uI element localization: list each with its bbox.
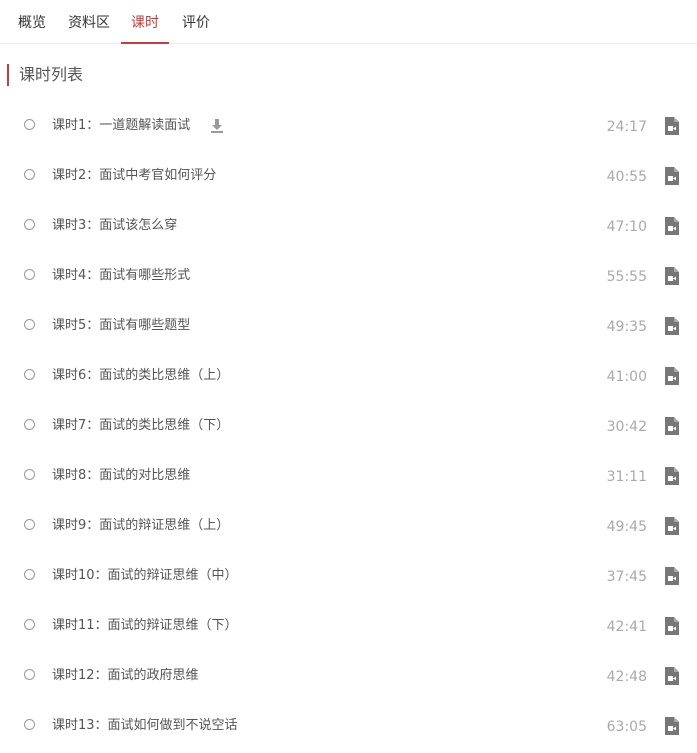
lesson-row[interactable]: 课时3：面试该怎么穿 47:10: [0, 202, 697, 252]
lesson-duration: 47:10: [606, 219, 647, 235]
lesson-duration: 42:48: [606, 669, 647, 685]
lesson-title[interactable]: 课时6：面试的类比思维（上）: [52, 367, 229, 385]
progress-circle-icon[interactable]: [24, 669, 35, 680]
lesson-duration: 24:17: [606, 119, 647, 135]
tab-bar: 概览 资料区 课时 评价: [0, 0, 697, 44]
lesson-duration: 49:35: [606, 319, 647, 335]
video-file-icon[interactable]: [665, 567, 679, 585]
video-file-icon[interactable]: [665, 717, 679, 735]
video-file-icon[interactable]: [665, 667, 679, 685]
section-title: 课时列表: [7, 64, 83, 86]
lesson-title[interactable]: 课时2：面试中考官如何评分: [52, 167, 216, 185]
progress-circle-icon[interactable]: [24, 219, 35, 230]
progress-circle-icon[interactable]: [24, 419, 35, 430]
lesson-row[interactable]: 课时1：一道题解读面试 24:17: [0, 102, 697, 152]
lesson-row[interactable]: 课时8：面试的对比思维 31:11: [0, 452, 697, 502]
progress-circle-icon[interactable]: [24, 469, 35, 480]
progress-circle-icon[interactable]: [24, 269, 35, 280]
video-file-icon[interactable]: [665, 417, 679, 435]
lesson-duration: 63:05: [606, 719, 647, 735]
progress-circle-icon[interactable]: [24, 719, 35, 730]
lesson-duration: 42:41: [606, 619, 647, 635]
video-file-icon[interactable]: [665, 467, 679, 485]
download-icon[interactable]: [211, 119, 223, 133]
lesson-title[interactable]: 课时9：面试的辩证思维（上）: [52, 517, 229, 535]
video-file-icon[interactable]: [665, 217, 679, 235]
lesson-row[interactable]: 课时11：面试的辩证思维（下） 42:41: [0, 602, 697, 652]
lesson-row[interactable]: 课时9：面试的辩证思维（上） 49:45: [0, 502, 697, 552]
tab-materials[interactable]: 资料区: [67, 0, 111, 44]
progress-circle-icon[interactable]: [24, 369, 35, 380]
video-file-icon[interactable]: [665, 167, 679, 185]
lesson-title[interactable]: 课时13：面试如何做到不说空话: [52, 717, 238, 735]
lesson-row[interactable]: 课时7：面试的类比思维（下） 30:42: [0, 402, 697, 452]
tab-overview[interactable]: 概览: [17, 0, 47, 44]
video-file-icon[interactable]: [665, 267, 679, 285]
lesson-duration: 40:55: [606, 169, 647, 185]
lesson-duration: 55:55: [606, 269, 647, 285]
lesson-title[interactable]: 课时12：面试的政府思维: [52, 667, 199, 685]
lesson-row[interactable]: 课时13：面试如何做到不说空话 63:05: [0, 702, 697, 752]
lesson-title[interactable]: 课时5：面试有哪些题型: [52, 317, 190, 335]
progress-circle-icon[interactable]: [24, 319, 35, 330]
tab-reviews[interactable]: 评价: [180, 0, 212, 44]
progress-circle-icon[interactable]: [24, 119, 35, 130]
progress-circle-icon[interactable]: [24, 519, 35, 530]
tab-lessons[interactable]: 课时: [121, 0, 169, 44]
video-file-icon[interactable]: [665, 617, 679, 635]
lesson-title[interactable]: 课时3：面试该怎么穿: [52, 217, 177, 235]
lesson-title[interactable]: 课时10：面试的辩证思维（中）: [52, 567, 238, 585]
video-file-icon[interactable]: [665, 117, 679, 135]
lesson-row[interactable]: 课时2：面试中考官如何评分 40:55: [0, 152, 697, 202]
lesson-title[interactable]: 课时8：面试的对比思维: [52, 467, 190, 485]
progress-circle-icon[interactable]: [24, 169, 35, 180]
lesson-duration: 49:45: [606, 519, 647, 535]
progress-circle-icon[interactable]: [24, 569, 35, 580]
lesson-title[interactable]: 课时1：一道题解读面试: [52, 117, 190, 135]
lesson-duration: 37:45: [606, 569, 647, 585]
lesson-duration: 30:42: [606, 419, 647, 435]
lesson-title[interactable]: 课时11：面试的辩证思维（下）: [52, 617, 238, 635]
lesson-title[interactable]: 课时7：面试的类比思维（下）: [52, 417, 229, 435]
lesson-row[interactable]: 课时4：面试有哪些形式 55:55: [0, 252, 697, 302]
lesson-duration: 31:11: [606, 469, 647, 485]
lesson-list: 课时1：一道题解读面试 24:17 课时2：面试中考官如何评分 40:55 课时…: [0, 102, 697, 752]
video-file-icon[interactable]: [665, 317, 679, 335]
lesson-row[interactable]: 课时12：面试的政府思维 42:48: [0, 652, 697, 702]
lesson-duration: 41:00: [606, 369, 647, 385]
lesson-row[interactable]: 课时10：面试的辩证思维（中） 37:45: [0, 552, 697, 602]
video-file-icon[interactable]: [665, 517, 679, 535]
lesson-row[interactable]: 课时6：面试的类比思维（上） 41:00: [0, 352, 697, 402]
progress-circle-icon[interactable]: [24, 619, 35, 630]
lesson-title[interactable]: 课时4：面试有哪些形式: [52, 267, 190, 285]
lesson-row[interactable]: 课时5：面试有哪些题型 49:35: [0, 302, 697, 352]
video-file-icon[interactable]: [665, 367, 679, 385]
